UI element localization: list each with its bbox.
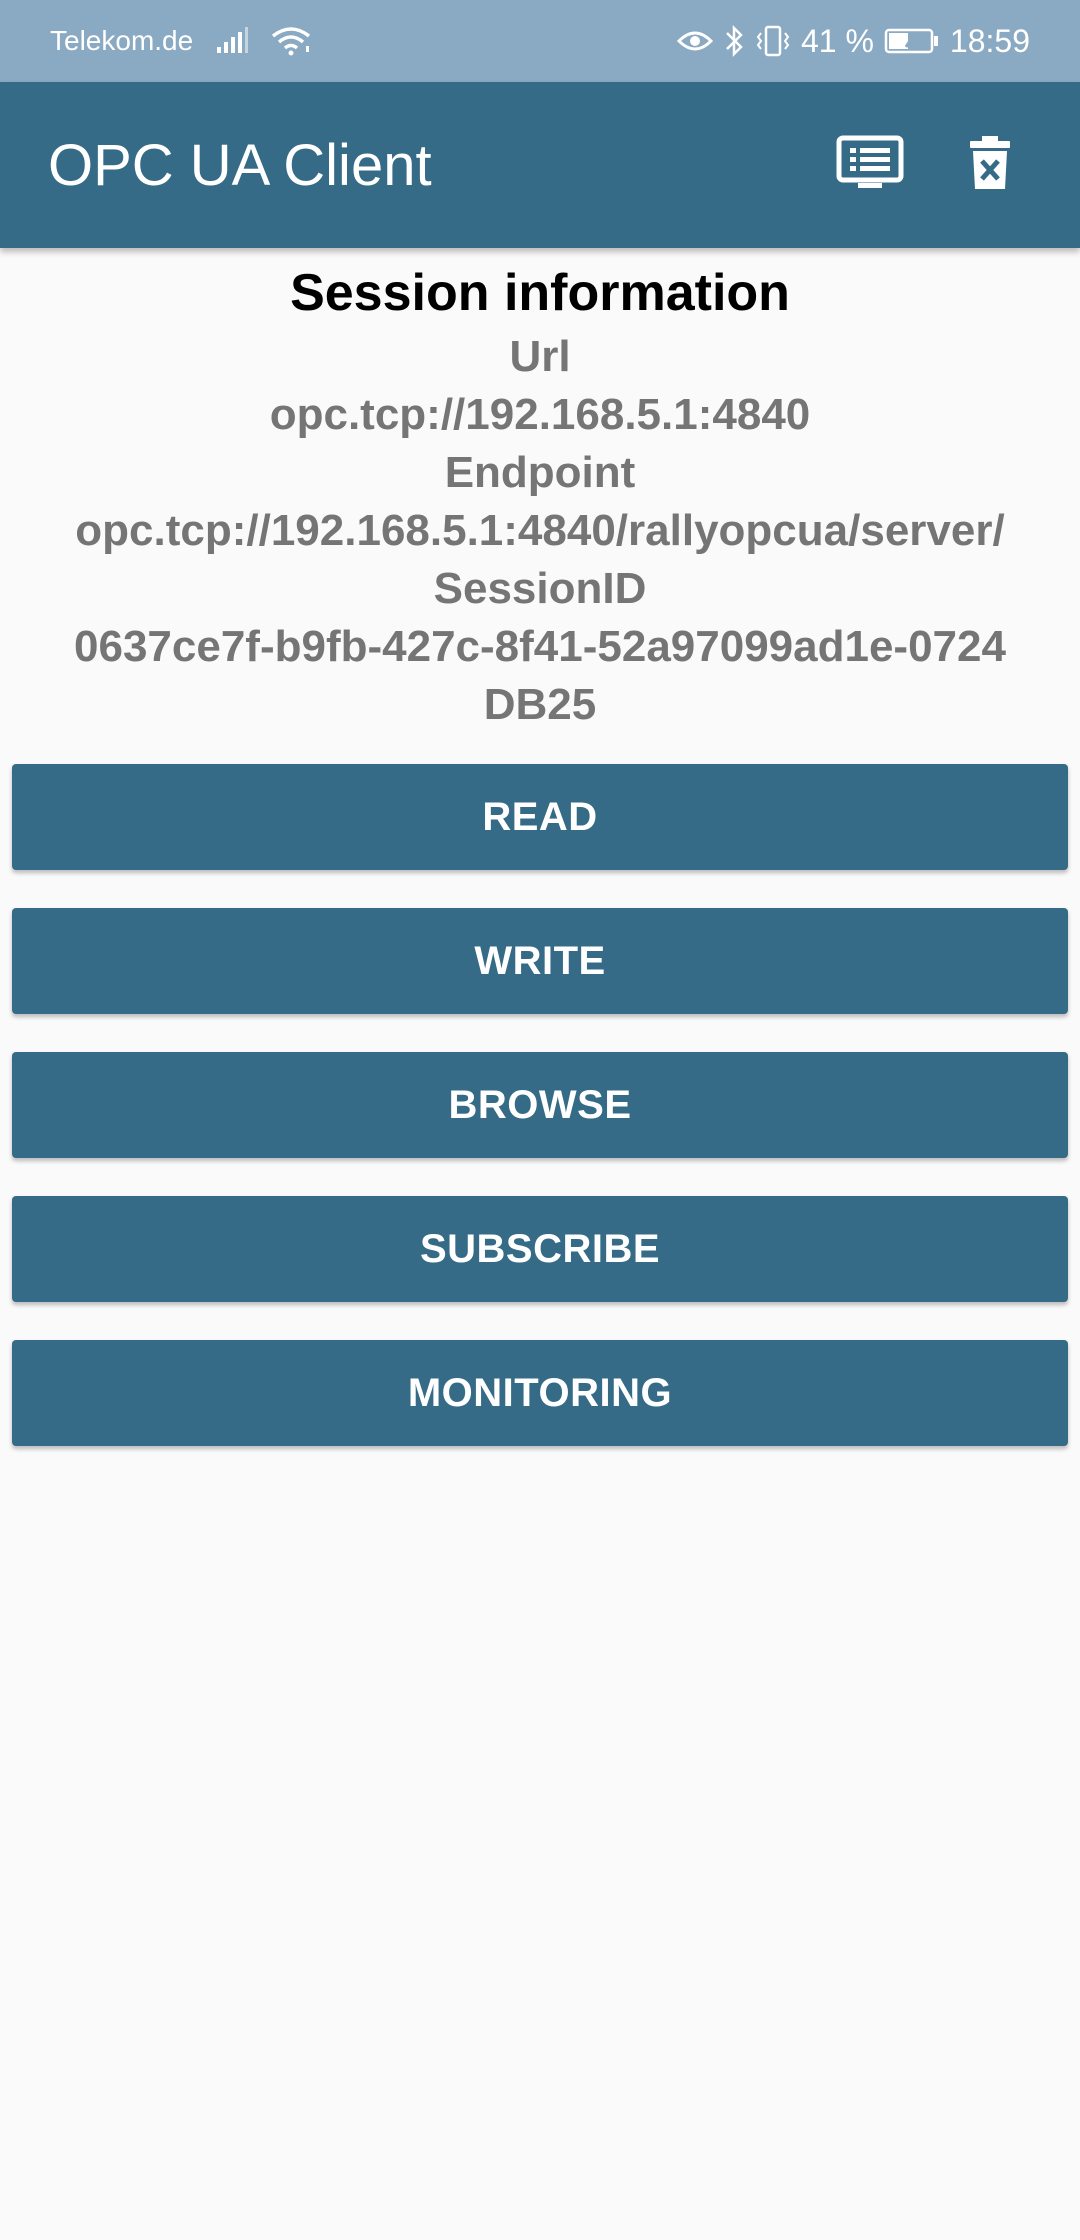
vibrate-icon (755, 25, 791, 57)
session-info: Session information Url opc.tcp://192.16… (0, 248, 1080, 734)
session-id-label: SessionID (433, 564, 647, 613)
subscribe-button[interactable]: SUBSCRIBE (12, 1196, 1068, 1302)
url-label: Url (509, 332, 571, 381)
url-value: opc.tcp://192.168.5.1:4840 (269, 390, 811, 439)
battery-percent: 41 % (800, 22, 874, 59)
eye-icon (676, 27, 713, 55)
battery-icon (884, 27, 940, 55)
delete-button[interactable] (930, 105, 1050, 225)
write-button[interactable]: WRITE (12, 908, 1068, 1014)
session-info-title: Session information (290, 264, 790, 322)
app-title: OPC UA Client (48, 132, 432, 198)
browse-button[interactable]: BROWSE (12, 1052, 1068, 1158)
wifi-icon (271, 26, 311, 56)
bluetooth-icon (723, 25, 745, 57)
log-button[interactable] (810, 105, 930, 225)
delete-icon (968, 135, 1012, 196)
session-id-value: 0637ce7f-b9fb-427c-8f41-52a97099ad1e-072… (74, 622, 1006, 729)
action-buttons: READ WRITE BROWSE SUBSCRIBE MONITORING (12, 764, 1068, 1484)
carrier-label: Telekom.de (50, 25, 194, 56)
status-bar: Telekom.de 41 % 18:59 (0, 0, 1080, 82)
app-bar: OPC UA Client (0, 82, 1080, 248)
monitoring-button[interactable]: MONITORING (12, 1340, 1068, 1446)
clock: 18:59 (949, 22, 1030, 59)
log-icon (836, 135, 904, 196)
signal-icon (215, 27, 249, 55)
endpoint-value: opc.tcp://192.168.5.1:4840/rallyopcua/se… (75, 506, 1005, 555)
read-button[interactable]: READ (12, 764, 1068, 870)
endpoint-label: Endpoint (444, 448, 636, 497)
